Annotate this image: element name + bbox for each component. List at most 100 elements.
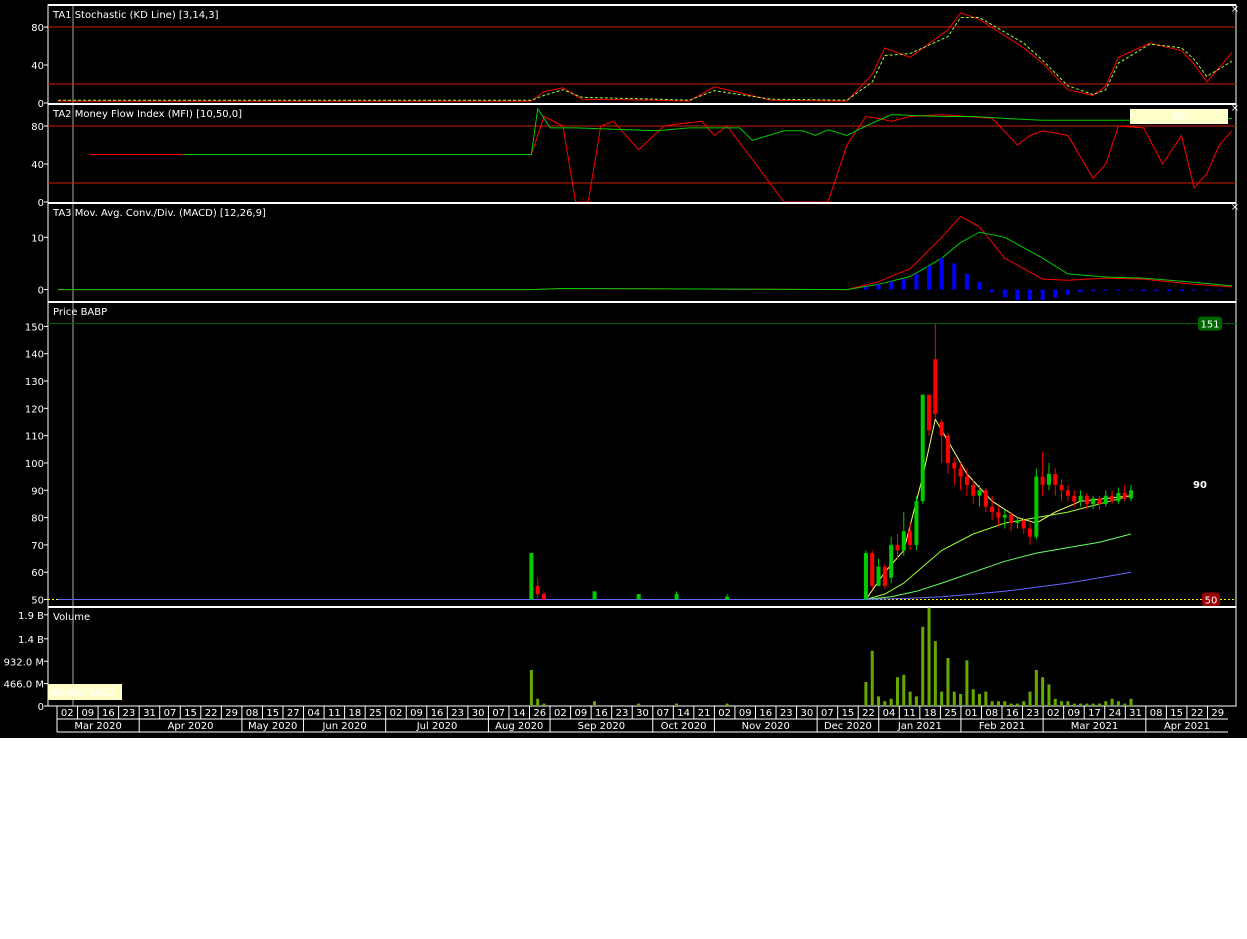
volume-bar — [921, 626, 925, 706]
candle-body — [1028, 528, 1033, 537]
volume-bar — [870, 650, 874, 706]
volume-bar — [933, 641, 937, 706]
x-tick-label: 23 — [616, 708, 629, 719]
histogram-bar — [952, 263, 957, 290]
x-tick-label: 15 — [266, 708, 279, 719]
volume-bar — [1053, 698, 1057, 706]
x-month-label: Nov 2020 — [742, 721, 790, 732]
x-tick-label: 23 — [451, 708, 464, 719]
candle-body — [927, 394, 932, 431]
histogram-bar — [1116, 289, 1121, 291]
candle-body — [933, 359, 938, 414]
histogram-bar — [876, 284, 881, 290]
volume-bar — [725, 703, 729, 706]
volume-bar — [940, 691, 944, 706]
panel-title: Volume — [53, 612, 90, 623]
candle-body — [889, 544, 894, 578]
x-tick-label: 16 — [1006, 708, 1019, 719]
y-tick-label: 0 — [38, 286, 44, 297]
volume-bar — [593, 701, 597, 706]
volume-bar — [1091, 703, 1095, 706]
series-line-2 — [58, 231, 1233, 291]
x-tick-label: 29 — [225, 708, 238, 719]
x-tick-label: 24 — [1109, 708, 1122, 719]
candle-body — [529, 553, 534, 600]
x-tick-label: 30 — [636, 708, 649, 719]
series-line-1 — [58, 12, 1233, 102]
x-tick-label: 02 — [718, 708, 731, 719]
x-month-label: Mar 2021 — [1071, 721, 1119, 732]
volume-bar — [927, 607, 931, 706]
candle-body — [1053, 473, 1058, 485]
candle-body — [964, 476, 969, 485]
histogram-bar — [914, 273, 919, 290]
volume-bar — [889, 698, 893, 706]
histogram-bar — [1179, 289, 1184, 292]
candle-body — [920, 394, 925, 502]
volume-bar — [996, 701, 1000, 706]
x-tick-label: 26 — [533, 708, 546, 719]
volume-bar — [1028, 691, 1032, 706]
close-panel-icon[interactable]: × — [1231, 202, 1239, 213]
value-badge-label: 88 — [1173, 112, 1186, 123]
moving-average-2 — [58, 495, 1132, 600]
candle-body — [996, 512, 1001, 518]
series-line-1 — [89, 114, 1233, 203]
histogram-bar — [1204, 289, 1209, 291]
candle-body — [990, 506, 995, 513]
x-tick-label: 09 — [410, 708, 423, 719]
x-tick-label: 31 — [1129, 708, 1142, 719]
volume-bar — [1066, 701, 1070, 706]
x-tick-label: 18 — [349, 708, 362, 719]
x-tick-label: 04 — [307, 708, 320, 719]
close-panel-icon[interactable]: × — [1231, 4, 1239, 15]
x-tick-label: 09 — [81, 708, 94, 719]
x-tick-label: 11 — [328, 708, 341, 719]
y-tick-label: 80 — [31, 514, 44, 525]
x-tick-label: 16 — [431, 708, 444, 719]
x-month-label: Oct 2020 — [661, 721, 707, 732]
x-tick-label: 22 — [862, 708, 875, 719]
candle-body — [592, 591, 597, 600]
panel-title: TA2 Money Flow Index (MFI) [10,50,0] — [52, 109, 242, 120]
chart-canvas[interactable]: ×TA1 Stochastic (KD Line) [3,14,3]04080×… — [0, 0, 1247, 738]
y-tick-label: 110 — [25, 432, 44, 443]
panel-title: TA3 Mov. Avg. Conv./Div. (MACD) [12,26,9… — [52, 208, 266, 219]
y-tick-label: 120 — [25, 404, 44, 415]
y-tick-label: 40 — [31, 61, 44, 72]
candle-body — [542, 594, 547, 600]
histogram-bar — [1015, 289, 1020, 300]
volume-bar — [1097, 703, 1101, 706]
histogram-bar — [1154, 289, 1159, 292]
histogram-bar — [927, 266, 932, 290]
y-tick-label: 0 — [38, 99, 44, 110]
candle-body — [1046, 473, 1051, 485]
candle-body — [1078, 495, 1083, 502]
candle-body — [945, 435, 950, 463]
x-tick-label: 23 — [780, 708, 793, 719]
candle-body — [1021, 520, 1026, 529]
candle-body — [895, 544, 900, 551]
panel-title: TA1 Stochastic (KD Line) [3,14,3] — [52, 10, 219, 21]
chart-root: × TA1 Stochastic (KD Line) [3,14,3] 0 40 80 ×… — [0, 0, 1247, 738]
low-tag-label: 50 — [1205, 596, 1218, 607]
volume-bar — [914, 696, 918, 706]
candle-body — [1129, 490, 1134, 499]
close-panel-icon[interactable]: × — [1231, 103, 1239, 114]
x-tick-label: 14 — [513, 708, 526, 719]
histogram-bar — [901, 279, 906, 290]
x-tick-label: 25 — [944, 708, 957, 719]
high-tag-label: 151 — [1200, 320, 1219, 331]
candle-body — [876, 566, 881, 586]
candle-body — [971, 484, 976, 496]
histogram-bar — [863, 286, 868, 290]
histogram-bar — [1078, 289, 1083, 293]
volume-bar — [1129, 698, 1133, 706]
x-tick-label: 11 — [903, 708, 916, 719]
x-tick-label: 23 — [1026, 708, 1039, 719]
volume-bar — [1085, 703, 1089, 706]
x-tick-label: 15 — [184, 708, 197, 719]
candle-body — [1122, 493, 1127, 499]
panel-1: × TA1 Stochastic (KD Line) [3,14,3] 0 40 80 — [31, 4, 1239, 110]
x-month-label: Apr 2021 — [1164, 721, 1210, 732]
